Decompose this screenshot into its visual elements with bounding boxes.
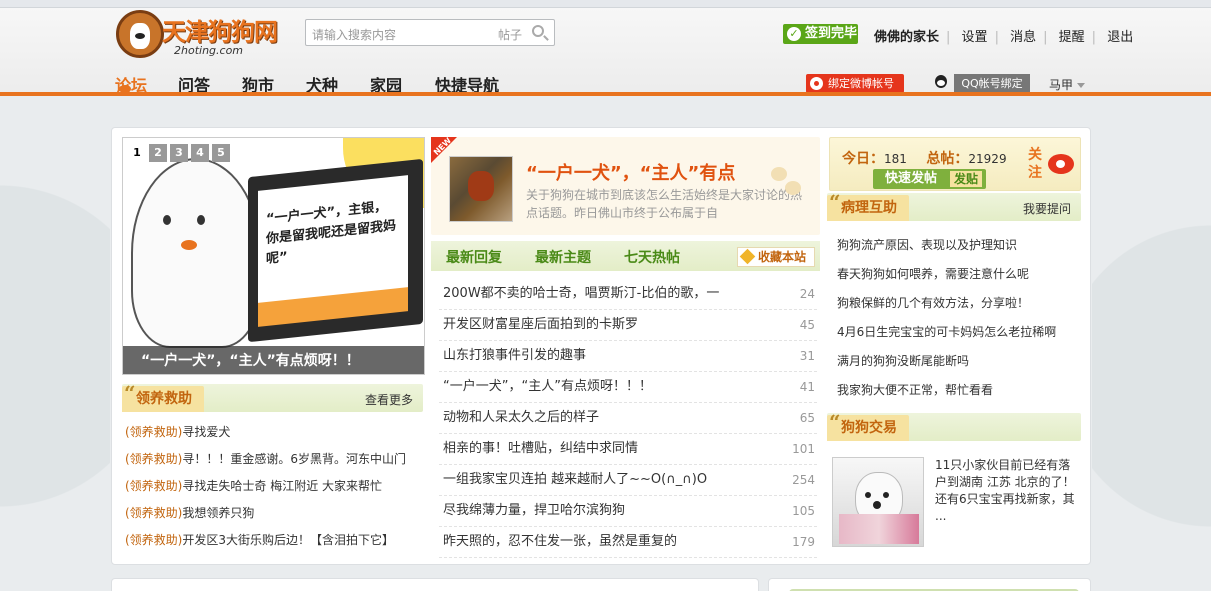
search-type-select[interactable]: 帖子 bbox=[498, 26, 522, 43]
list-item[interactable]: (领养救助)我想领养只狗 bbox=[125, 504, 425, 531]
ask-question-link[interactable]: 我要提问 bbox=[1023, 200, 1071, 217]
messages-link[interactable]: 消息 bbox=[1010, 30, 1036, 45]
alias-dropdown[interactable]: 马甲 bbox=[1049, 76, 1086, 93]
total-count: 21929 bbox=[968, 152, 1007, 166]
list-item[interactable]: 开发区财富星座后面拍到的卡斯罗 45 bbox=[439, 310, 817, 341]
logout-link[interactable]: 退出 bbox=[1107, 30, 1133, 45]
search-box[interactable]: 请输入搜索内容 帖子 bbox=[305, 19, 555, 46]
signin-button[interactable]: ✓ 签到完毕 bbox=[783, 24, 858, 44]
slide-page-4[interactable]: 4 bbox=[191, 144, 209, 162]
list-item[interactable]: 我家狗大便不正常，帮忙看看 bbox=[837, 379, 1087, 408]
list-item[interactable]: 山东打狼事件引发的趣事 31 bbox=[439, 341, 817, 372]
list-item[interactable]: 4月6日生完宝宝的可卡妈妈怎么老拉稀啊 bbox=[837, 321, 1087, 350]
favorite-site-button[interactable]: 收藏本站 bbox=[737, 247, 815, 267]
logo-domain: 2hoting.com bbox=[174, 44, 244, 57]
site-logo[interactable]: 天津狗狗网 2hoting.com bbox=[116, 8, 284, 64]
qq-icon bbox=[932, 74, 950, 93]
slide-page-5[interactable]: 5 bbox=[212, 144, 230, 162]
adoption-list: (领养救助)寻找爱犬 (领养救助)寻！！！重金感谢。6岁黑背。河东中山门 (领养… bbox=[125, 423, 425, 558]
topic-list: 200W都不卖的哈士奇，唱贾斯汀-比伯的歌，一 24 开发区财富星座后面拍到的卡斯… bbox=[439, 279, 817, 558]
featured-photo[interactable] bbox=[449, 156, 513, 222]
bind-weibo-label: 绑定微博帐号 bbox=[828, 77, 894, 90]
list-item[interactable]: 春天狗狗如何喂养，需要注意什么呢 bbox=[837, 263, 1087, 292]
slide-pager: 1 2 3 4 5 bbox=[128, 144, 230, 162]
username-link[interactable]: 佛佛的家长 bbox=[874, 30, 939, 45]
trade-section-header: 狗狗交易 “ bbox=[827, 410, 1081, 441]
slide-page-2[interactable]: 2 bbox=[149, 144, 167, 162]
quote-icon: “ bbox=[829, 410, 841, 434]
chevron-down-icon bbox=[1077, 83, 1086, 88]
quote-icon: “ bbox=[124, 381, 136, 405]
weibo-icon bbox=[810, 77, 823, 90]
tab-weekly-hot[interactable]: 七天热帖 bbox=[624, 247, 680, 267]
browser-top-strip bbox=[0, 0, 1211, 8]
cartoon-dog-image bbox=[131, 158, 261, 348]
paw-decoration-icon bbox=[771, 167, 787, 181]
settings-link[interactable]: 设置 bbox=[962, 30, 988, 45]
slide-page-1[interactable]: 1 bbox=[128, 144, 146, 162]
trade-desc[interactable]: 11只小家伙目前已经有落户到湖南 江苏 北京的了！ 还有6只宝宝再找新家，其 .… bbox=[935, 457, 1077, 525]
list-item[interactable]: 尽我绵薄力量，捍卫哈尔滨狗狗 105 bbox=[439, 496, 817, 527]
alias-label: 马甲 bbox=[1049, 78, 1074, 92]
list-item[interactable]: 一组我家宝贝连拍 越来越耐人了~~O(∩_∩)O 254 bbox=[439, 465, 817, 496]
tab-latest-topics[interactable]: 最新主题 bbox=[535, 247, 591, 267]
list-item[interactable]: 动物和人呆太久之后的样子 65 bbox=[439, 403, 817, 434]
list-item[interactable]: 200W都不卖的哈士奇，唱贾斯汀-比伯的歌，一 24 bbox=[439, 279, 817, 310]
weibo-icon[interactable] bbox=[1048, 154, 1074, 174]
post-tag: 发贴 bbox=[950, 171, 982, 187]
featured-desc: 关于狗狗在城市到底该怎么生活始终是大家讨论的热点话题。昨日佛山市终于公布属于自 bbox=[526, 188, 803, 220]
search-input[interactable]: 请输入搜索内容 bbox=[312, 26, 396, 43]
background-decoration bbox=[1092, 96, 1211, 591]
quick-post-button[interactable]: 快速发帖 发贴 bbox=[873, 169, 986, 189]
lower-panel-right bbox=[768, 578, 1091, 591]
sick-section-header: 病理互助 “ 我要提问 bbox=[827, 190, 1081, 221]
image-slideshow[interactable]: “一户一犬”，主银，你是留我呢还是留我妈呢” 1 2 3 4 5 “一户一犬”，… bbox=[122, 137, 425, 375]
screen-text: “一户一犬”，主银，你是留我呢还是留我妈呢” bbox=[266, 199, 397, 268]
follow-weibo-link[interactable]: 关注 bbox=[1028, 146, 1046, 182]
list-item[interactable]: (领养救助)开发区3大街乐购后边！【含泪拍下它】 bbox=[125, 531, 425, 558]
tab-latest-replies[interactable]: 最新回复 bbox=[446, 247, 502, 267]
logo-text: 天津狗狗网 bbox=[162, 17, 278, 46]
list-item[interactable]: (领养救助)寻！！！重金感谢。6岁黑背。河东中山门 bbox=[125, 450, 425, 477]
list-item[interactable]: 狗粮保鲜的几个有效方法，分享啦！ bbox=[837, 292, 1087, 321]
bind-qq-button[interactable]: QQ帐号绑定 bbox=[932, 74, 1030, 93]
slide-page-3[interactable]: 3 bbox=[170, 144, 188, 162]
today-count: 181 bbox=[884, 152, 907, 166]
search-icon[interactable] bbox=[532, 25, 544, 37]
featured-article[interactable]: NEW “一户一犬”，“主人”有点 关于狗狗在城市到底该怎么生活始终是大家讨论的… bbox=[431, 136, 820, 235]
site-header: 天津狗狗网 2hoting.com 请输入搜索内容 帖子 ✓ 签到完毕 佛佛的家… bbox=[0, 8, 1211, 96]
list-item[interactable]: “一户一犬”，“主人”有点烦呀！！！ 41 bbox=[439, 372, 817, 403]
check-icon: ✓ bbox=[787, 27, 801, 41]
list-item[interactable]: 昨天照的，忍不住发一张，虽然是重复的 179 bbox=[439, 527, 817, 558]
bind-weibo-button[interactable]: 绑定微博帐号 bbox=[806, 74, 904, 93]
list-item[interactable]: (领养救助)寻找走失哈士奇 梅江附近 大家来帮忙 bbox=[125, 477, 425, 504]
lower-panel-left bbox=[111, 578, 759, 591]
notifications-link[interactable]: 提醒 bbox=[1059, 30, 1085, 45]
dog-logo-icon bbox=[116, 10, 164, 58]
adoption-more-link[interactable]: 查看更多 bbox=[365, 391, 413, 408]
bind-qq-label: QQ帐号绑定 bbox=[954, 74, 1030, 93]
topic-tabs: 最新回复 最新主题 七天热帖 收藏本站 bbox=[431, 241, 820, 271]
signin-label: 签到完毕 bbox=[805, 26, 858, 41]
slide-caption[interactable]: “一户一犬”，“主人”有点烦呀！！ bbox=[123, 346, 424, 374]
list-item[interactable]: 满月的狗狗没断尾能断吗 bbox=[837, 350, 1087, 379]
sick-list: 狗狗流产原因、表现以及护理知识 春天狗狗如何喂养，需要注意什么呢 狗粮保鲜的几个… bbox=[837, 234, 1087, 408]
background-decoration bbox=[0, 96, 110, 591]
adoption-section-header: 领养救助 “ 查看更多 bbox=[122, 381, 423, 412]
featured-title[interactable]: “一户一犬”，“主人”有点 bbox=[526, 159, 735, 185]
list-item[interactable]: (领养救助)寻找爱犬 bbox=[125, 423, 425, 450]
stats-line: 今日：181 总帖：21929 bbox=[842, 151, 1007, 167]
quote-icon: “ bbox=[829, 190, 841, 214]
list-item[interactable]: 狗狗流产原因、表现以及护理知识 bbox=[837, 234, 1087, 263]
forum-stats: 今日：181 总帖：21929 快速发帖 发贴 关注 bbox=[829, 137, 1081, 191]
user-links: 佛佛的家长 | 设置 | 消息 | 提醒 | 退出 bbox=[874, 30, 1134, 45]
list-item[interactable]: 相亲的事！吐槽贴，纠结中求同情 101 bbox=[439, 434, 817, 465]
header-divider bbox=[0, 92, 1211, 96]
puppy-photo[interactable] bbox=[832, 457, 924, 547]
